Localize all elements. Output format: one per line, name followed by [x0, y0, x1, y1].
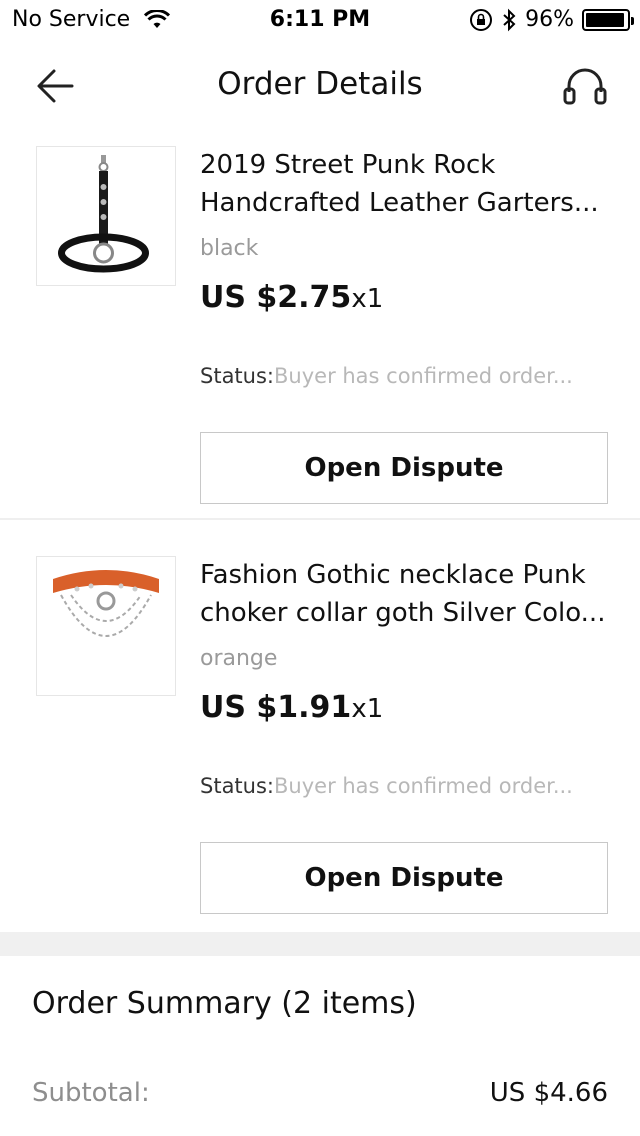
order-status: Status:Buyer has confirmed order... [200, 774, 610, 798]
product-price: US $2.75x1 [200, 280, 383, 315]
status-right: 96% [469, 7, 634, 32]
price-value: US $1.91 [200, 690, 352, 725]
open-dispute-button[interactable]: Open Dispute [200, 432, 608, 504]
status-label: Status: [200, 364, 274, 388]
price-value: US $2.75 [200, 280, 352, 315]
order-item[interactable]: 2019 Street Punk Rock Handcrafted Leathe… [0, 130, 640, 520]
product-title-line-1: Fashion Gothic necklace Punk [200, 560, 586, 590]
product-variant: orange [200, 646, 278, 671]
order-status: Status:Buyer has confirmed order... [200, 364, 610, 388]
product-price: US $1.91x1 [200, 690, 383, 725]
product-title[interactable]: Fashion Gothic necklace Punk choker coll… [200, 556, 610, 632]
product-title-line-2: Handcrafted Leather Garters... [200, 188, 599, 218]
status-label: Status: [200, 774, 274, 798]
order-summary-title: Order Summary (2 items) [32, 986, 417, 1021]
product-title[interactable]: 2019 Street Punk Rock Handcrafted Leathe… [200, 146, 610, 222]
summary-row-subtotal: Subtotal: US $4.66 [32, 1078, 608, 1108]
open-dispute-button[interactable]: Open Dispute [200, 842, 608, 914]
bluetooth-icon [503, 8, 516, 31]
subtotal-value: US $4.66 [489, 1078, 608, 1108]
headset-icon[interactable] [560, 62, 610, 112]
quantity: x1 [351, 694, 384, 724]
battery-percent: 96% [525, 7, 574, 32]
product-title-line-1: 2019 Street Punk Rock [200, 150, 496, 180]
product-title-line-2: choker collar goth Silver Colo... [200, 598, 606, 628]
subtotal-label: Subtotal: [32, 1078, 150, 1108]
status-value: Buyer has confirmed order... [274, 364, 573, 388]
page-title: Order Details [217, 66, 423, 102]
battery-icon [582, 8, 634, 31]
product-image[interactable] [36, 556, 176, 696]
section-divider [0, 932, 640, 956]
garter-harness-image [58, 155, 149, 273]
nav-bar: Order Details [0, 40, 640, 130]
status-value: Buyer has confirmed order... [274, 774, 573, 798]
status-bar: No Service 6:11 PM 96% [0, 0, 640, 40]
order-item[interactable]: Fashion Gothic necklace Punk choker coll… [0, 540, 640, 932]
battery-level [586, 12, 625, 27]
product-variant: black [200, 236, 259, 261]
orientation-lock-icon [470, 8, 493, 31]
quantity: x1 [351, 284, 384, 314]
choker-necklace-image [53, 570, 159, 637]
product-image[interactable] [36, 146, 176, 286]
